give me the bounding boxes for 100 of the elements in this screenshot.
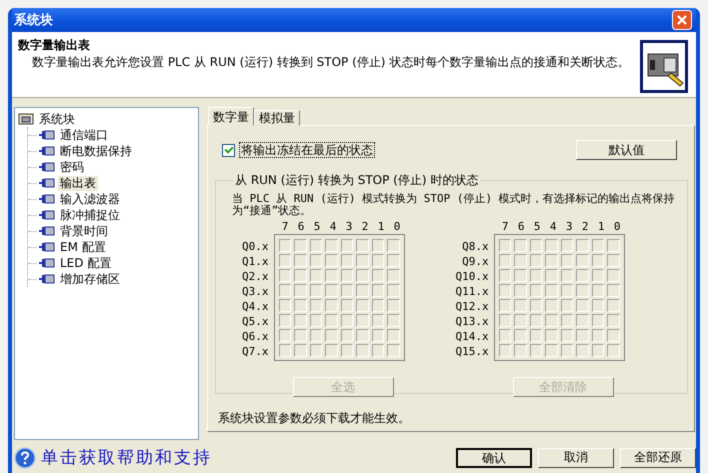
bit-checkbox[interactable]: [498, 269, 512, 282]
bit-checkbox[interactable]: [560, 254, 574, 267]
bit-checkbox[interactable]: [356, 269, 368, 282]
bit-checkbox[interactable]: [325, 254, 338, 267]
bit-checkbox[interactable]: [310, 239, 322, 252]
bit-checkbox[interactable]: [607, 314, 620, 327]
help-link[interactable]: 单击获取帮助和支持: [41, 446, 212, 469]
bit-checkbox[interactable]: [514, 314, 527, 327]
tree-item[interactable]: 脉冲捕捉位: [58, 208, 122, 222]
bit-checkbox[interactable]: [592, 284, 604, 297]
dialog-button[interactable]: 取消: [538, 448, 614, 468]
bit-checkbox[interactable]: [592, 329, 604, 342]
bit-checkbox[interactable]: [607, 239, 620, 252]
bit-checkbox[interactable]: [514, 284, 527, 297]
bit-checkbox[interactable]: [356, 314, 368, 327]
bit-checkbox[interactable]: [278, 299, 291, 312]
bit-checkbox[interactable]: [545, 344, 558, 357]
bit-checkbox[interactable]: [545, 299, 558, 312]
bit-checkbox[interactable]: [560, 284, 574, 297]
bit-checkbox[interactable]: [576, 329, 589, 342]
bit-checkbox[interactable]: [372, 254, 384, 267]
bit-checkbox[interactable]: [530, 314, 542, 327]
checkbox-label[interactable]: 将输出冻结在最后的状态: [239, 142, 375, 158]
tree-item[interactable]: 断电数据保持: [58, 144, 134, 158]
bit-checkbox[interactable]: [325, 329, 338, 342]
bit-checkbox[interactable]: [294, 254, 306, 267]
bit-checkbox[interactable]: [310, 269, 322, 282]
bit-checkbox[interactable]: [498, 344, 512, 357]
bit-checkbox[interactable]: [372, 329, 384, 342]
tab[interactable]: 数字量: [208, 107, 254, 126]
close-icon[interactable]: [672, 10, 692, 30]
bit-checkbox[interactable]: [310, 314, 322, 327]
bit-checkbox[interactable]: [498, 329, 512, 342]
bit-checkbox[interactable]: [387, 329, 400, 342]
tab[interactable]: 模拟量: [254, 110, 300, 126]
tree-item[interactable]: 密码: [58, 160, 86, 174]
bit-checkbox[interactable]: [576, 239, 589, 252]
tree-item[interactable]: LED 配置: [58, 256, 114, 270]
bit-checkbox[interactable]: [576, 299, 589, 312]
bit-checkbox[interactable]: [576, 314, 589, 327]
bit-checkbox[interactable]: [560, 344, 574, 357]
bit-checkbox[interactable]: [607, 254, 620, 267]
bit-checkbox[interactable]: [498, 254, 512, 267]
bit-checkbox[interactable]: [530, 299, 542, 312]
bit-checkbox[interactable]: [498, 284, 512, 297]
bit-checkbox[interactable]: [325, 299, 338, 312]
bit-checkbox[interactable]: [340, 314, 353, 327]
bit-checkbox[interactable]: [294, 314, 306, 327]
bit-checkbox[interactable]: [310, 344, 322, 357]
bit-checkbox[interactable]: [278, 239, 291, 252]
bit-checkbox[interactable]: [530, 254, 542, 267]
bit-checkbox[interactable]: [498, 299, 512, 312]
bit-checkbox[interactable]: [498, 239, 512, 252]
bit-checkbox[interactable]: [530, 344, 542, 357]
bit-checkbox[interactable]: [356, 284, 368, 297]
bit-checkbox[interactable]: [545, 269, 558, 282]
dialog-button[interactable]: 确认: [456, 448, 532, 468]
bit-checkbox[interactable]: [278, 269, 291, 282]
bit-checkbox[interactable]: [356, 299, 368, 312]
bit-checkbox[interactable]: [498, 314, 512, 327]
bit-checkbox[interactable]: [530, 269, 542, 282]
default-button[interactable]: 默认值: [576, 140, 677, 160]
tree-item[interactable]: 背景时间: [58, 224, 110, 238]
bit-checkbox[interactable]: [356, 329, 368, 342]
bit-checkbox[interactable]: [372, 314, 384, 327]
bit-checkbox[interactable]: [592, 299, 604, 312]
bit-checkbox[interactable]: [310, 284, 322, 297]
bit-checkbox[interactable]: [514, 344, 527, 357]
bit-checkbox[interactable]: [592, 269, 604, 282]
bit-checkbox[interactable]: [514, 239, 527, 252]
bit-checkbox[interactable]: [278, 314, 291, 327]
bit-checkbox[interactable]: [372, 344, 384, 357]
bit-checkbox[interactable]: [325, 239, 338, 252]
bit-checkbox[interactable]: [514, 329, 527, 342]
bit-checkbox[interactable]: [325, 284, 338, 297]
bit-checkbox[interactable]: [387, 344, 400, 357]
tree-item[interactable]: 输出表: [58, 176, 98, 190]
bit-checkbox[interactable]: [372, 299, 384, 312]
bit-checkbox[interactable]: [340, 329, 353, 342]
tree-item[interactable]: 增加存储区: [58, 272, 122, 286]
bit-checkbox[interactable]: [278, 344, 291, 357]
bit-checkbox[interactable]: [514, 254, 527, 267]
bit-checkbox[interactable]: [387, 299, 400, 312]
bit-checkbox[interactable]: [530, 329, 542, 342]
bit-checkbox[interactable]: [278, 329, 291, 342]
bit-checkbox[interactable]: [592, 239, 604, 252]
bit-checkbox[interactable]: [545, 314, 558, 327]
bit-checkbox[interactable]: [560, 329, 574, 342]
bit-checkbox[interactable]: [387, 314, 400, 327]
bit-checkbox[interactable]: [560, 269, 574, 282]
bit-checkbox[interactable]: [530, 239, 542, 252]
tree-item[interactable]: 通信端口: [58, 128, 110, 142]
bit-checkbox[interactable]: [387, 239, 400, 252]
bit-checkbox[interactable]: [545, 329, 558, 342]
bit-checkbox[interactable]: [576, 254, 589, 267]
bit-checkbox[interactable]: [387, 254, 400, 267]
help-icon[interactable]: [14, 446, 36, 468]
bit-checkbox[interactable]: [294, 269, 306, 282]
bit-checkbox[interactable]: [356, 254, 368, 267]
bit-checkbox[interactable]: [294, 329, 306, 342]
